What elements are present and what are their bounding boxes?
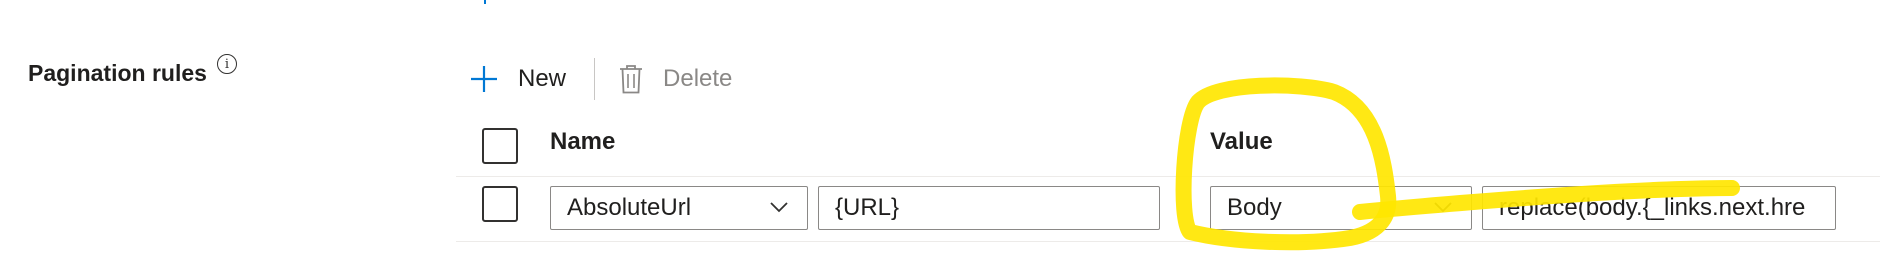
table-row: AbsoluteUrl {URL} Body replace(body.{_li… (456, 177, 1880, 242)
scroll-indicator (484, 0, 486, 4)
rules-toolbar: New Delete (470, 56, 732, 102)
new-button[interactable]: New (470, 65, 566, 93)
pagination-rules-label: Pagination rules (28, 60, 207, 86)
name-type-dropdown-value: AbsoluteUrl (567, 194, 692, 221)
column-header-value: Value (1210, 128, 1273, 155)
value-type-dropdown-value: Body (1227, 194, 1282, 221)
chevron-down-icon (770, 202, 788, 213)
column-header-name: Name (550, 128, 616, 155)
name-value-input[interactable]: {URL} (818, 186, 1160, 230)
table-header-row: Name Value (456, 114, 1880, 177)
delete-button[interactable]: Delete (619, 64, 732, 94)
pagination-rules-section: Pagination rules i New Delete Name Value (0, 0, 1880, 268)
name-type-dropdown[interactable]: AbsoluteUrl (550, 186, 808, 230)
info-icon[interactable]: i (216, 54, 237, 74)
select-all-checkbox[interactable] (482, 128, 518, 164)
delete-button-label: Delete (663, 65, 733, 92)
row-checkbox[interactable] (482, 186, 518, 222)
chevron-down-icon (1434, 202, 1452, 213)
trash-icon (620, 65, 643, 94)
toolbar-divider (594, 58, 596, 100)
new-button-label: New (518, 65, 567, 92)
name-value-input-text: {URL} (835, 194, 900, 221)
pagination-rules-label-group: Pagination rules i (28, 54, 237, 87)
value-type-dropdown[interactable]: Body (1210, 186, 1472, 230)
value-expression-input[interactable]: replace(body.{_links.next.hre (1482, 186, 1836, 230)
value-expression-input-text: replace(body.{_links.next.hre (1499, 194, 1806, 221)
plus-icon (471, 66, 497, 92)
